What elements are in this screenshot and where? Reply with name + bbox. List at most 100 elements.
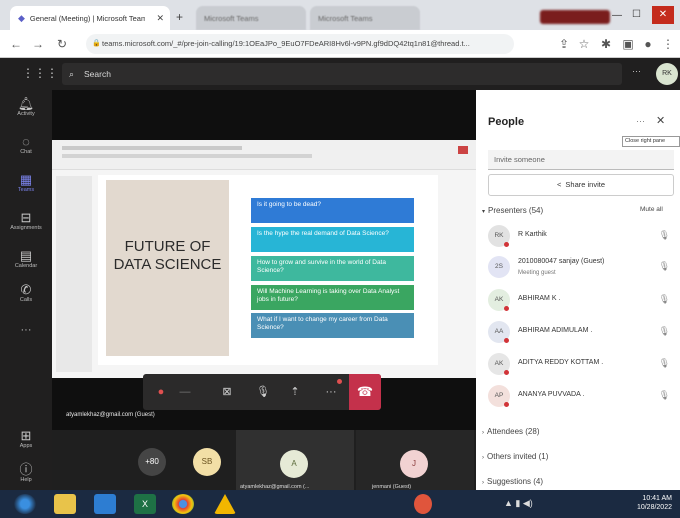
help-icon: ⓘ [19, 462, 33, 477]
new-tab-icon[interactable]: + [176, 10, 183, 24]
close-pane-icon[interactable]: ✕ [656, 114, 665, 127]
user-avatar[interactable]: RK [656, 63, 678, 85]
rail-apps[interactable]: ⊞ Apps [0, 428, 52, 449]
browser-tab-2[interactable]: Microsoft Teams [196, 6, 306, 30]
more-options-icon[interactable]: ··· [636, 116, 645, 126]
extensions-icon[interactable]: ✱ [598, 36, 614, 52]
invite-input[interactable]: Invite someone [488, 150, 674, 170]
more-actions-icon[interactable]: ··· [321, 382, 341, 402]
hang-up-button[interactable]: ☎︎ [349, 374, 381, 410]
status-dot [504, 338, 509, 343]
excel-icon[interactable]: X [134, 494, 156, 514]
more-icon[interactable]: ··· [632, 66, 641, 76]
presenter-row[interactable]: AK ABHIRAM K . 🎙︎ [488, 286, 678, 316]
start-icon[interactable] [14, 494, 36, 514]
presenter-row[interactable]: AP ANANYA PUVVADA . 🎙︎ [488, 382, 678, 412]
profile-icon[interactable]: ● [640, 36, 656, 52]
presenter-row[interactable]: RK R Karthik 🎙︎ [488, 222, 678, 252]
mic-off-icon: 🎙︎ [658, 261, 670, 271]
rail-assignments[interactable]: ⊟ Assignments [0, 210, 52, 231]
status-dot [504, 370, 509, 375]
mic-off-icon[interactable]: 🎙︎ [253, 382, 273, 402]
share-invite-button[interactable]: < Share invite [488, 174, 674, 196]
reload-icon[interactable]: ↻ [54, 36, 70, 52]
participant-avatar[interactable]: SB [193, 448, 221, 476]
mic-off-icon: 🎙︎ [658, 294, 670, 304]
rail-activity[interactable]: 🔔︎ Activity [0, 96, 52, 117]
tray-app-icon[interactable] [414, 494, 432, 514]
browser-tab-label: General (Meeting) | Microsoft Teams [29, 13, 145, 23]
camera-off-icon[interactable]: ⊠ [217, 382, 237, 402]
rail-chat[interactable]: ◌ Chat [0, 134, 52, 155]
others-section-header[interactable]: › Others invited (1) [482, 452, 548, 461]
suggestions-section-header[interactable]: › Suggestions (4) [482, 477, 543, 486]
forward-icon[interactable]: → [30, 36, 46, 52]
browser-tab-active[interactable]: ◆ General (Meeting) | Microsoft Teams ✕ [10, 6, 170, 30]
presenter-name: ABHIRAM ADIMULAM . [518, 327, 593, 334]
close-pane-tooltip: Close right pane [622, 136, 680, 147]
chat-toggle-icon[interactable]: — [175, 382, 195, 402]
rail-teams[interactable]: ▦ Teams [0, 172, 52, 193]
tray-icons[interactable]: ▲ ▮ ◀) [504, 498, 533, 509]
media-icon[interactable] [94, 494, 116, 514]
sidepanel-icon[interactable]: ▣ [620, 36, 636, 52]
participant-tile[interactable]: A atyamlekhaz@gmail.com (... [236, 430, 354, 492]
rail-more[interactable]: ··· [0, 324, 52, 336]
presenter-row[interactable]: AA ABHIRAM ADIMULAM . 🎙︎ [488, 318, 678, 348]
close-icon [458, 146, 468, 154]
close-window-icon[interactable]: ✕ [652, 6, 674, 24]
close-tab-icon[interactable]: ✕ [156, 13, 164, 24]
phone-icon: ✆ [20, 282, 32, 297]
slide-question: Is the hype the real demand of Data Scie… [251, 227, 414, 252]
slide-title: FUTURE OF DATA SCIENCE [113, 238, 222, 273]
status-dot [504, 402, 509, 407]
star-icon[interactable]: ☆ [576, 36, 592, 52]
back-icon[interactable]: ← [8, 36, 24, 52]
menu-icon[interactable]: ⋮ [660, 36, 676, 52]
teams-favicon-icon: ◆ [18, 12, 25, 23]
app-launcher-icon[interactable]: ⋮⋮⋮ [22, 66, 58, 80]
browser-tab-3[interactable]: Microsoft Teams [310, 6, 420, 30]
bell-icon: 🔔︎ [17, 96, 35, 111]
presenter-row[interactable]: 2S 2010080047 sanjay (Guest) Meeting gue… [488, 253, 678, 283]
chevron-right-icon: › [482, 480, 484, 486]
rail-label: Calls [19, 297, 33, 303]
ribbon-row [62, 146, 242, 150]
rail-label: Assignments [10, 225, 42, 231]
mic-off-icon: 🎙︎ [658, 230, 670, 240]
participant-tile[interactable]: J jenmani (Guest) [356, 430, 474, 492]
url-text: teams.microsoft.com/_#/pre-join-calling/… [102, 39, 470, 48]
search-input[interactable]: ⌕ Search [62, 63, 622, 85]
assignments-icon: ⊟ [20, 210, 32, 225]
status-dot [504, 306, 509, 311]
hang-up-icon: ☎︎ [356, 384, 374, 399]
mute-all-button[interactable]: Mute all [640, 206, 663, 213]
chat-icon: ◌ [22, 134, 30, 149]
rail-calls[interactable]: ✆ Calls [0, 282, 52, 303]
slide-question: Will Machine Learning is taking over Dat… [251, 285, 414, 310]
maximize-icon[interactable]: ☐ [632, 9, 641, 20]
share-screen-icon[interactable]: ⇡ [285, 382, 305, 402]
share-page-icon[interactable]: ⇪ [556, 36, 572, 52]
rail-calendar[interactable]: ▤ Calendar [0, 248, 52, 269]
file-explorer-icon[interactable] [54, 494, 76, 514]
rail-label: Calendar [14, 263, 38, 269]
overflow-participants[interactable]: +80 [138, 448, 166, 476]
presenter-row[interactable]: AK ADITYA REDDY KOTTAM . 🎙︎ [488, 350, 678, 380]
url-field[interactable]: 🔒 teams.microsoft.com/_#/pre-join-callin… [86, 34, 514, 54]
avatar: 2S [488, 256, 510, 278]
presenter-name: atyamlekhaz@gmail.com (Guest) [66, 412, 155, 418]
minimize-icon[interactable]: — [612, 10, 622, 21]
slide-question: How to grow and survive in the world of … [251, 256, 414, 281]
teams-icon: ▦ [19, 172, 33, 187]
taskbar-clock[interactable]: 10:41 AM 10/28/2022 [620, 494, 672, 512]
presenters-section-header[interactable]: ▾ Presenters (54) [482, 206, 543, 215]
rail-label: Activity [17, 111, 35, 117]
attendees-section-header[interactable]: › Attendees (28) [482, 427, 539, 436]
record-icon[interactable]: ● [151, 382, 171, 402]
chevron-right-icon: › [482, 455, 484, 461]
chrome-icon[interactable] [172, 494, 194, 514]
rail-help[interactable]: ⓘ Help [0, 462, 52, 483]
presenter-name: R Karthik [518, 231, 547, 238]
blurred-region [540, 10, 610, 24]
